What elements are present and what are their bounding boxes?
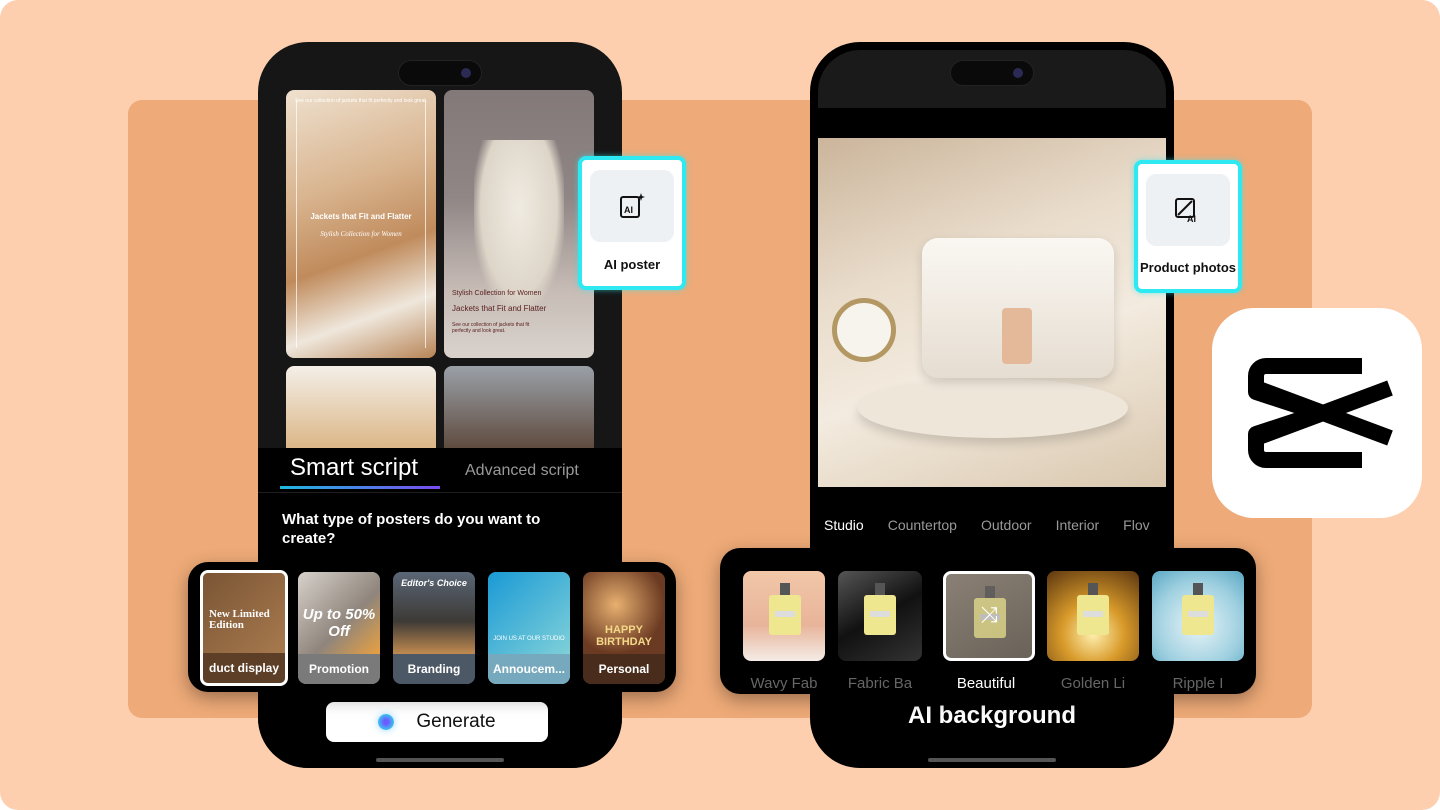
handbag-clasp [1002, 308, 1032, 364]
category-interior[interactable]: Interior [1056, 517, 1100, 541]
feature-title: AI background [907, 702, 1076, 729]
poster-type-promotion[interactable]: Up to 50% Off Promotion [298, 572, 380, 684]
poster-frame [296, 100, 426, 348]
poster-card-3[interactable] [286, 366, 436, 456]
background-ripple[interactable] [1152, 571, 1244, 661]
poster-type-announcement[interactable]: JOIN US AT OUR STUDIO Annoucem... [488, 572, 570, 684]
poster-type-art: Up to 50% Off [298, 572, 380, 654]
poster-type-art: HAPPY BIRTHDAY [583, 572, 665, 654]
ai-poster-label: AI poster [603, 257, 661, 272]
perfume-bottle [864, 583, 896, 635]
product-photo [818, 138, 1166, 487]
poster-type-personal[interactable]: HAPPY BIRTHDAY Personal [583, 572, 665, 684]
poster-type-label: Personal [583, 654, 665, 684]
poster-blurb: See our collection of jackets that fit p… [452, 322, 530, 334]
perfume-bottle [1077, 583, 1109, 635]
category-flowers[interactable]: Flov [1123, 517, 1149, 541]
product-photos-label: Product photos [1139, 260, 1237, 275]
poster-subline: Stylish Collection for Women [320, 230, 402, 238]
dynamic-island [398, 60, 482, 86]
home-indicator [376, 758, 504, 762]
poster-model-image [474, 140, 564, 310]
capcut-logo-icon [1248, 358, 1393, 468]
svg-text:AI: AI [624, 205, 633, 215]
home-indicator [928, 758, 1056, 762]
background-label: Golden Li [1060, 675, 1126, 692]
poster-card-1[interactable]: See our collection of jackets that fit p… [286, 90, 436, 358]
category-countertop[interactable]: Countertop [888, 517, 957, 541]
capcut-logo [1212, 308, 1422, 518]
category-studio[interactable]: Studio [824, 517, 864, 541]
clock [832, 298, 896, 362]
background-label: Wavy Fab [750, 675, 818, 692]
generate-label: Generate [416, 711, 496, 732]
poster-headline: Jackets that Fit and Flatter [452, 304, 547, 313]
poster-type-art: New Limited Edition [203, 573, 285, 655]
product-photos-callout[interactable]: AI Product photos [1134, 160, 1242, 293]
background-selector: ⤨ Wavy Fab Fabric Ba Beautiful Golden Li… [720, 548, 1256, 694]
tab-smart-script[interactable]: Smart script [290, 454, 418, 482]
question-text: What type of posters do you want to crea… [282, 511, 541, 547]
poster-card-2[interactable]: Stylish Collection for Women Jackets tha… [444, 90, 594, 358]
ai-photo-edit-icon: AI [1146, 174, 1230, 246]
poster-subline: Stylish Collection for Women [452, 290, 542, 297]
poster-type-art: Editor's Choice [393, 572, 475, 654]
canvas: See our collection of jackets that fit p… [0, 0, 1440, 810]
divider [258, 492, 622, 493]
background-beautiful[interactable]: ⤨ [943, 571, 1035, 661]
background-label: Fabric Ba [847, 675, 913, 692]
poster-type-label: Promotion [298, 654, 380, 684]
poster-type-label: Branding [393, 654, 475, 684]
poster-type-label: duct display [203, 653, 285, 683]
background-label: Beautiful [956, 675, 1016, 692]
category-outdoor[interactable]: Outdoor [981, 517, 1032, 541]
ai-image-icon: AI [590, 170, 674, 242]
ai-poster-callout[interactable]: AI AI poster [578, 156, 686, 290]
pedestal [858, 378, 1128, 438]
poster-type-art: JOIN US AT OUR STUDIO [488, 572, 570, 654]
poster-blurb: See our collection of jackets that fit p… [294, 98, 428, 104]
poster-card-4[interactable] [444, 366, 594, 456]
active-tab-indicator [280, 486, 440, 489]
shuffle-icon: ⤨ [980, 602, 998, 627]
poster-headline: Jackets that Fit and Flatter [310, 212, 412, 221]
poster-type-label: Annoucem... [488, 654, 570, 684]
poster-type-branding[interactable]: Editor's Choice Branding [393, 572, 475, 684]
background-label: Ripple I [1172, 675, 1224, 692]
perfume-bottle [769, 583, 801, 635]
perfume-bottle [1182, 583, 1214, 635]
category-tabs: Studio Countertop Outdoor Interior Flov [810, 517, 1174, 541]
background-golden-light[interactable] [1047, 571, 1139, 661]
poster-type-selector: New Limited Edition duct display Up to 5… [188, 562, 676, 692]
svg-text:AI: AI [1187, 214, 1196, 224]
background-wavy-fabric[interactable] [743, 571, 825, 661]
tab-advanced-script[interactable]: Advanced script [465, 462, 579, 480]
dynamic-island [950, 60, 1034, 86]
generate-button[interactable]: Generate [326, 702, 548, 742]
poster-type-product-display[interactable]: New Limited Edition duct display [200, 570, 288, 686]
sparkle-orb-icon [378, 714, 395, 730]
background-fabric[interactable] [838, 571, 922, 661]
